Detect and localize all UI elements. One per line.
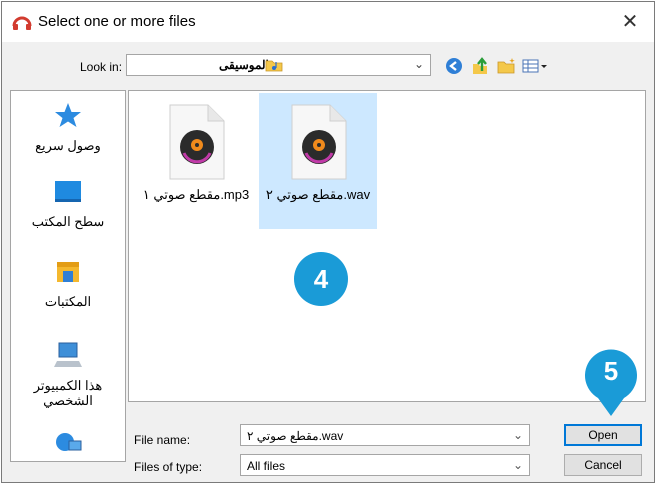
close-button[interactable]: ✕ xyxy=(612,8,648,36)
look-in-label: Look in: xyxy=(80,60,123,74)
sidebar-item-network[interactable] xyxy=(11,429,125,460)
audio-file-icon xyxy=(169,104,225,180)
file-type-label: Files of type: xyxy=(134,460,203,474)
chevron-down-icon: ⌄ xyxy=(512,428,523,442)
up-folder-icon[interactable] xyxy=(470,57,490,75)
file-name-label: File name: xyxy=(134,433,191,447)
file-name: مقطع صوتي ٢.wav xyxy=(265,187,371,202)
file-type-value: All files xyxy=(247,459,286,473)
look-in-dropdown[interactable]: الموسيقى ⌄ xyxy=(126,54,431,76)
step-4-number: 4 xyxy=(313,264,329,294)
quick-access-icon xyxy=(55,103,81,127)
view-menu-icon[interactable] xyxy=(522,57,548,75)
places-sidebar: وصول سريع سطح المكتب المكتبات هذا الكمبي… xyxy=(10,90,126,462)
open-button[interactable]: Open xyxy=(564,424,642,446)
sidebar-item-desktop[interactable]: سطح المكتب xyxy=(11,179,125,229)
cancel-button[interactable]: Cancel xyxy=(564,454,642,476)
sidebar-item-this-pc[interactable]: هذا الكمبيوتر الشخصي xyxy=(11,341,125,408)
new-folder-icon[interactable] xyxy=(496,57,516,75)
sidebar-label: هذا الكمبيوتر الشخصي xyxy=(33,378,103,408)
dialog-body: Look in: الموسيقى ⌄ وصول سريع سطح المكتب… xyxy=(2,42,654,482)
step-4-badge: 4 xyxy=(294,252,348,306)
network-icon xyxy=(56,433,82,451)
file-name-value: مقطع صوتي ٢.wav xyxy=(247,429,344,443)
sidebar-item-libraries[interactable]: المكتبات xyxy=(11,259,125,309)
file-name: مقطع صوتي ١.mp3 xyxy=(142,187,250,202)
audio-file-icon xyxy=(291,104,347,180)
file-name-input[interactable]: مقطع صوتي ٢.wav ⌄ xyxy=(240,424,530,446)
back-icon[interactable] xyxy=(444,57,464,75)
window-title: Select one or more files xyxy=(38,13,196,30)
step-5-number: 5 xyxy=(603,356,619,386)
look-in-value: الموسيقى xyxy=(219,58,269,72)
file-dialog: Select one or more files ✕ Look in: المو… xyxy=(1,1,655,483)
headphones-app-icon xyxy=(12,16,32,30)
music-folder-icon xyxy=(265,60,283,72)
chevron-down-icon: ⌄ xyxy=(512,458,523,472)
file-item-selected[interactable]: مقطع صوتي ٢.wav xyxy=(259,93,377,229)
title-bar: Select one or more files ✕ xyxy=(2,2,654,42)
sidebar-item-quick-access[interactable]: وصول سريع xyxy=(11,101,125,153)
desktop-icon xyxy=(55,181,81,202)
libraries-icon xyxy=(57,262,79,282)
sidebar-label: سطح المكتب xyxy=(31,214,105,229)
chevron-down-icon: ⌄ xyxy=(413,57,424,71)
file-list-pane: مقطع صوتي ١.mp3 مقطع صوتي ٢.wav xyxy=(128,90,646,402)
sidebar-label: المكتبات xyxy=(44,294,92,309)
file-type-select[interactable]: All files ⌄ xyxy=(240,454,530,476)
sidebar-label: وصول سريع xyxy=(35,138,101,153)
close-icon: ✕ xyxy=(621,11,639,33)
this-pc-icon xyxy=(54,342,82,367)
file-item[interactable]: مقطع صوتي ١.mp3 xyxy=(137,93,255,229)
